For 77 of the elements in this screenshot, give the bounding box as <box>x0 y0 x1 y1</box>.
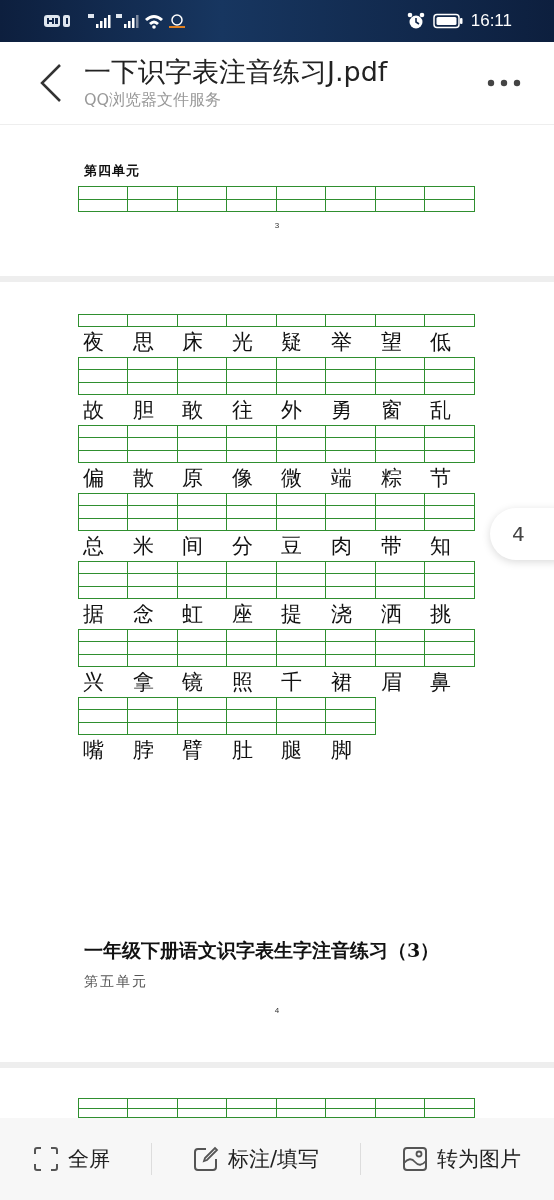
character: 念 <box>131 602 155 626</box>
character: 像 <box>230 466 254 490</box>
character: 知 <box>429 534 453 558</box>
character: 腿 <box>280 738 304 762</box>
image-icon <box>402 1146 429 1172</box>
character: 夜 <box>82 330 105 354</box>
character: 低 <box>429 330 453 354</box>
character: 浇 <box>329 602 353 626</box>
character: 乱 <box>429 398 453 422</box>
character: 望 <box>379 330 403 354</box>
character: 胆 <box>131 398 155 422</box>
character: 肚 <box>230 738 254 762</box>
character: 肉 <box>329 534 353 558</box>
character: 节 <box>429 466 453 490</box>
character: 据 <box>82 602 105 626</box>
character: 兴 <box>82 670 105 694</box>
character: 脚 <box>329 738 353 762</box>
character: 裙 <box>329 670 353 694</box>
character: 鼻 <box>429 670 453 694</box>
character: 举 <box>329 330 353 354</box>
character: 提 <box>280 602 304 626</box>
unit-label: 第五单元 <box>83 973 148 989</box>
unit-label: 第四单元 <box>83 163 140 179</box>
app-icon <box>168 13 186 29</box>
toolbar-button[interactable]: 全屏 <box>28 1141 114 1177</box>
character: 散 <box>131 466 155 490</box>
character: 照 <box>230 670 254 694</box>
character: 往 <box>230 398 254 422</box>
signal-icon <box>88 13 112 29</box>
page-number: 3 <box>274 221 280 230</box>
character: 原 <box>181 466 205 490</box>
source-label: QQ浏览器文件服务 <box>84 89 223 111</box>
character: 拿 <box>131 670 155 694</box>
character: 嘴 <box>82 738 105 762</box>
character: 偏 <box>82 466 105 490</box>
character: 疑 <box>280 330 304 354</box>
edit-icon <box>192 1146 219 1172</box>
character: 分 <box>230 534 254 558</box>
page-indicator: 4 <box>490 508 554 560</box>
character: 豆 <box>280 534 304 558</box>
character: 臂 <box>181 738 205 762</box>
character: 米 <box>131 534 155 558</box>
toolbar-button[interactable]: 标注/填写 <box>188 1141 323 1177</box>
character: 光 <box>230 330 254 354</box>
character: 故 <box>82 398 105 422</box>
clock-time: 16:11 <box>470 11 512 31</box>
character: 座 <box>230 602 254 626</box>
character: 微 <box>280 466 304 490</box>
character: 虹 <box>181 602 205 626</box>
character: 思 <box>131 330 155 354</box>
signal-icon <box>116 13 140 29</box>
character: 床 <box>181 330 205 354</box>
character: 敢 <box>181 398 205 422</box>
toolbar-button[interactable]: 转为图片 <box>398 1141 526 1177</box>
fullscreen-icon <box>32 1146 59 1172</box>
more-icon[interactable] <box>487 79 521 87</box>
character: 挑 <box>429 602 453 626</box>
back-icon[interactable] <box>38 63 64 103</box>
character: 眉 <box>379 670 403 694</box>
character: 窗 <box>379 398 403 422</box>
character: 总 <box>82 534 105 558</box>
page-heading: 一年级下册语文识字表生字注音练习（3） <box>83 938 440 963</box>
wifi-icon <box>144 13 164 29</box>
character: 千 <box>280 670 304 694</box>
character: 带 <box>379 534 403 558</box>
character: 间 <box>181 534 205 558</box>
character: 粽 <box>379 466 403 490</box>
character: 洒 <box>379 602 403 626</box>
character: 镜 <box>181 670 205 694</box>
battery-icon <box>432 13 463 29</box>
alarm-icon <box>406 12 425 30</box>
character: 端 <box>329 466 353 490</box>
document-title: 一下识字表注音练习J.pdf <box>84 55 388 89</box>
character: 脖 <box>131 738 155 762</box>
page-number: 4 <box>274 1006 280 1015</box>
character: 勇 <box>329 398 353 422</box>
character: 外 <box>280 398 304 422</box>
